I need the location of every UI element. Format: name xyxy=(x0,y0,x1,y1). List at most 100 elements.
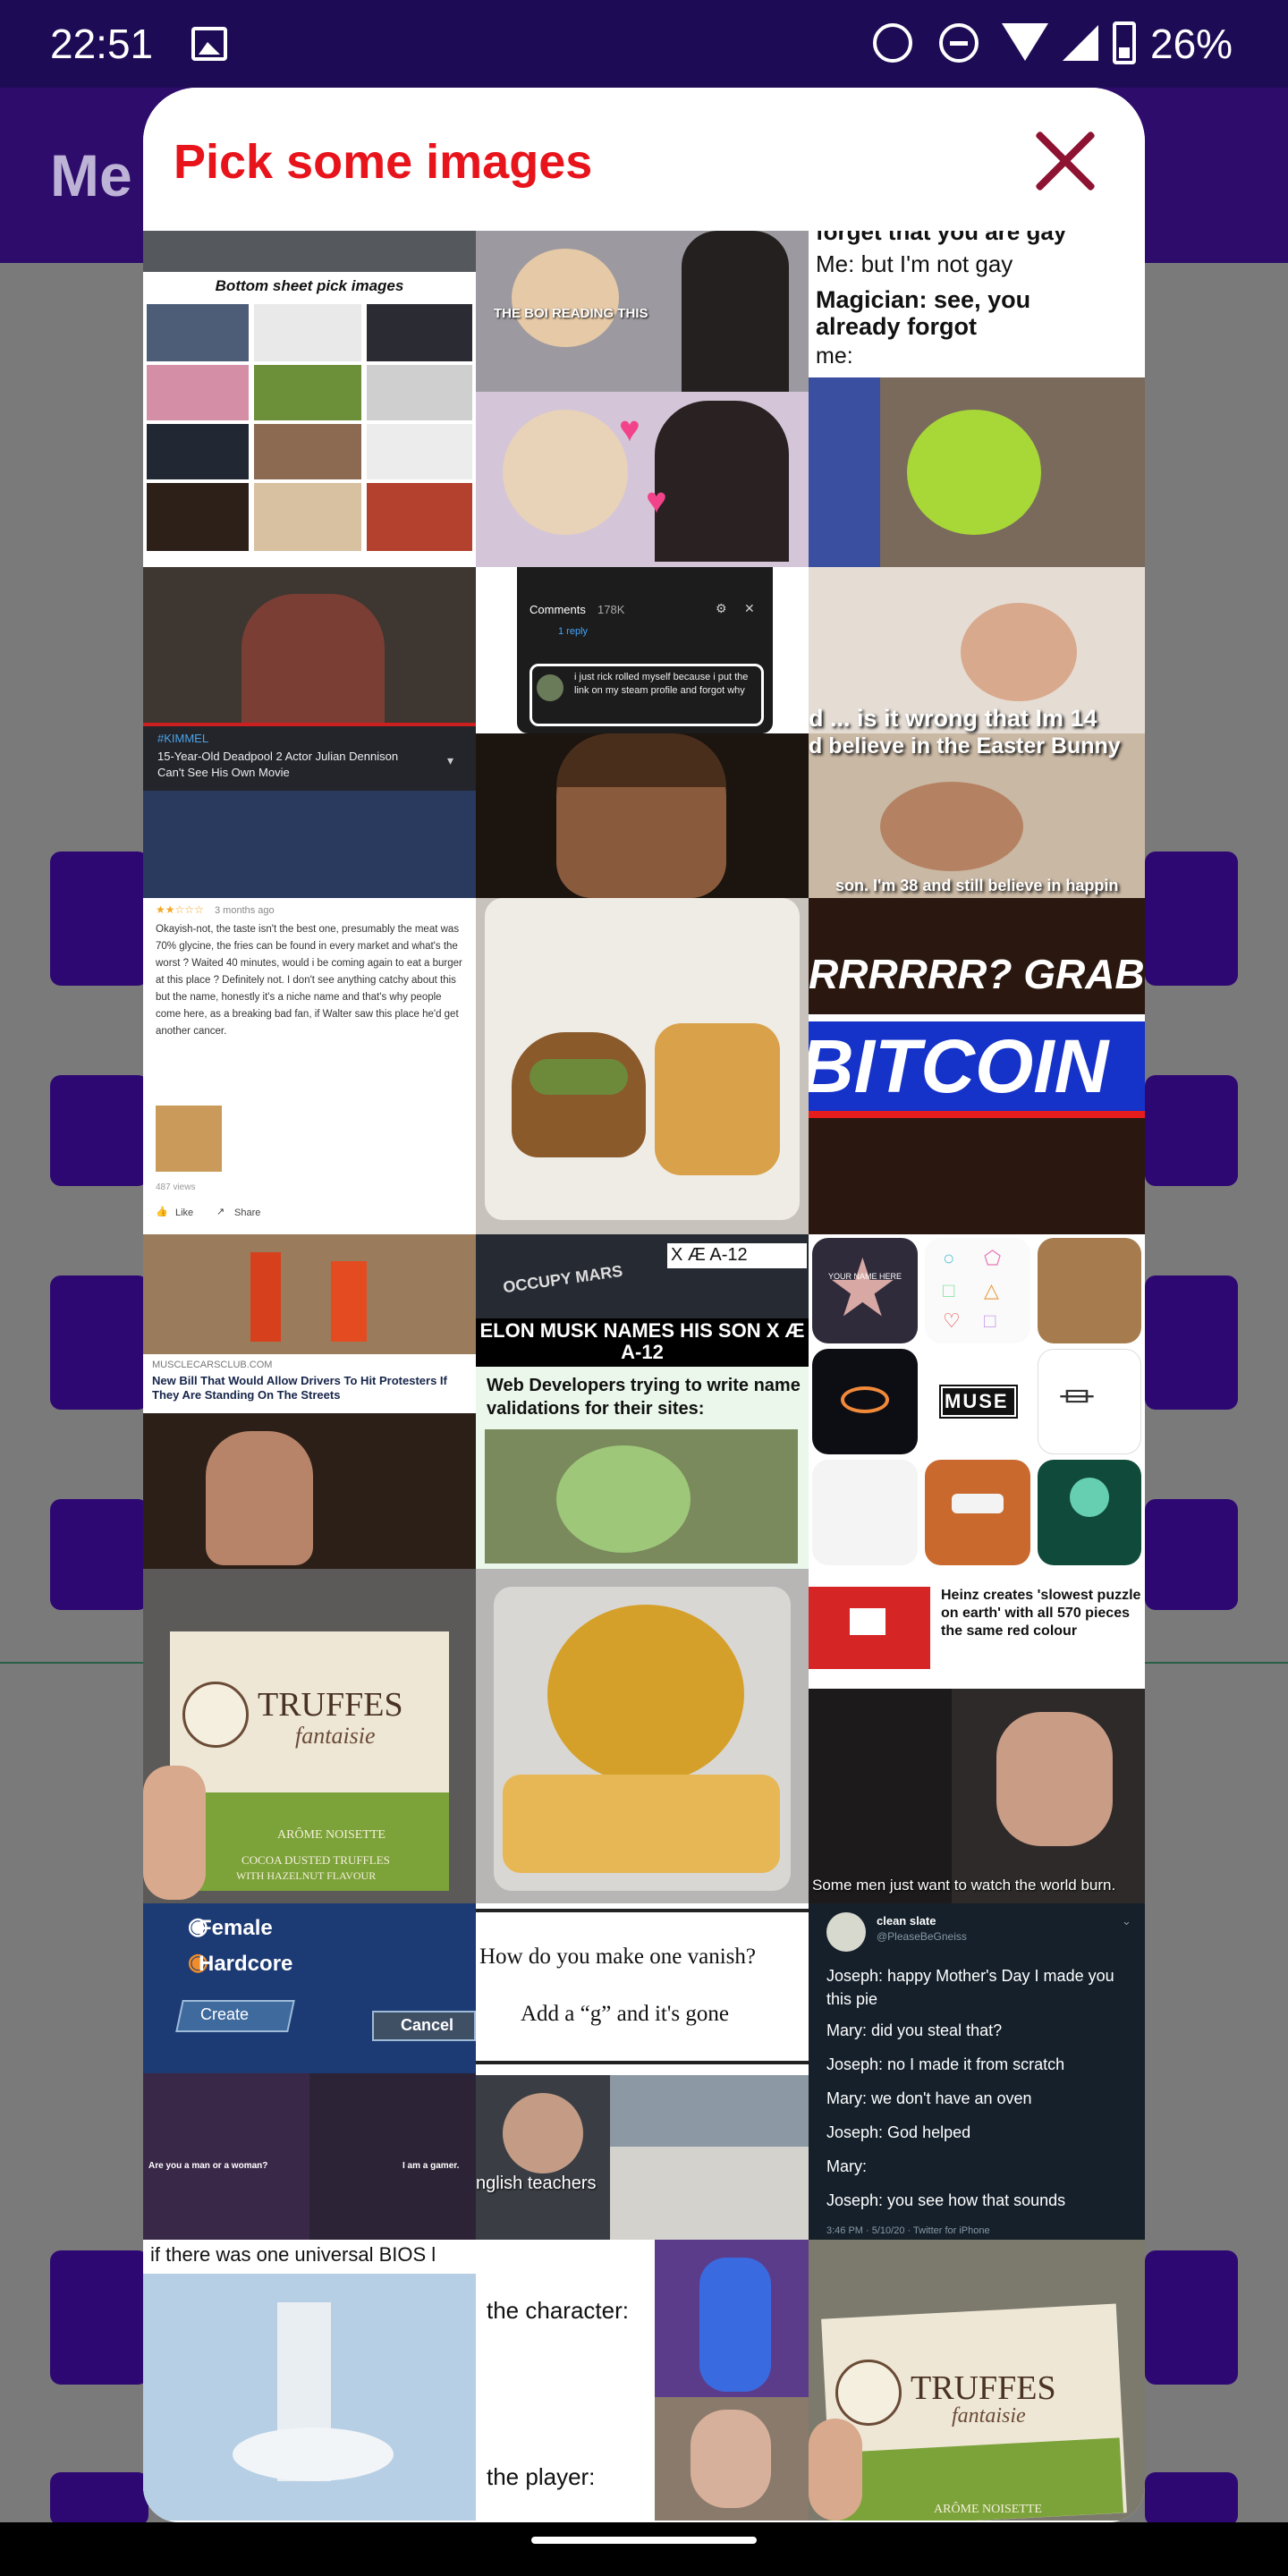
image-tile[interactable]: RRRRRR? GRAB BITCOIN xyxy=(809,898,1145,1234)
puzzle-logo xyxy=(850,1608,886,1635)
battery-icon xyxy=(1113,21,1136,64)
cat-shape xyxy=(512,249,619,347)
image-tile[interactable]: the character: the player: xyxy=(476,2240,809,2521)
background-button xyxy=(1145,2250,1238,2385)
image-tile[interactable]: Comments 178K ⚙ ✕ 1 reply i just rick ro… xyxy=(476,567,809,733)
sheet-header: Pick some images xyxy=(143,88,1145,231)
image-tile[interactable]: clean slate @PleaseBeGneiss ⌄ Joseph: ha… xyxy=(809,1903,1145,2240)
resistor-icon: ⏛ xyxy=(1059,1378,1095,1418)
image-tile[interactable]: TRUFFES fantaisie ARÔME NOISETTE COCOA D… xyxy=(143,1569,476,1903)
close-icon[interactable] xyxy=(1029,125,1100,197)
star-icon: ★ xyxy=(826,1244,899,1334)
jalapeno-shape xyxy=(530,1059,628,1095)
image-tile[interactable]: #KIMMEL 15-Year-Old Deadpool 2 Actor Jul… xyxy=(143,567,476,898)
image-tile[interactable]: MUSCLECARSCLUB.COM New Bill That Would A… xyxy=(143,1234,476,1569)
tweet-footer: 3:46 PM · 5/10/20 · Twitter for iPhone xyxy=(826,2225,990,2236)
background-button xyxy=(1145,1275,1238,1410)
share-icon: ↗ xyxy=(216,1207,225,1217)
game-frame xyxy=(309,2073,476,2240)
fries-shape xyxy=(655,1023,780,1175)
meme-text: I am a gamer. xyxy=(402,2161,460,2171)
share-label: Share xyxy=(234,1208,261,1218)
sauce-shape xyxy=(547,1605,744,1784)
thumbnail xyxy=(254,304,361,361)
heart-icon: ♥ xyxy=(646,481,667,521)
image-tile[interactable] xyxy=(476,733,809,898)
review-text: Okayish-not, the taste isn't the best on… xyxy=(156,924,462,1037)
band-logo-text: MUSE xyxy=(945,1390,1009,1412)
image-grid: Bottom sheet pick images #KIMMEL 15-Year… xyxy=(143,231,1145,2521)
helmet-shape xyxy=(556,1445,691,1553)
tweet-line: Mary: we don't have an oven xyxy=(826,2089,1032,2107)
video-frame xyxy=(143,791,476,898)
thumbnail xyxy=(254,365,361,420)
hair-shape xyxy=(682,231,789,392)
meme-text: if there was one universal BIOS l xyxy=(150,2243,436,2266)
black-hole-ring xyxy=(841,1386,889,1413)
image-tile[interactable]: Heinz creates 'slowest puzzle on earth' … xyxy=(809,1569,1145,1903)
background-button xyxy=(50,2250,148,2385)
image-tile[interactable]: d ... is it wrong that Im 14 d believe i… xyxy=(809,567,1145,898)
news-headline: New Bill That Would Allow Drivers To Hit… xyxy=(152,1374,447,1402)
wifi-icon xyxy=(1002,23,1048,61)
image-caption: Bottom sheet pick images xyxy=(215,277,404,294)
hand-shape xyxy=(809,2419,862,2521)
video-title: Can't See His Own Movie xyxy=(157,766,290,779)
image-tile[interactable]: Bottom sheet pick images xyxy=(143,231,476,567)
comment-count: 178K xyxy=(597,603,625,616)
navigation-bar xyxy=(0,2522,1288,2576)
image-tile[interactable]: ◉ Female ◉ Hardcore Create Cancel Are yo… xyxy=(143,1903,476,2240)
meme-text: nglish teachers xyxy=(476,2174,597,2193)
heart-icon: ♡ xyxy=(943,1309,961,1332)
image-tile[interactable]: forget that you are gay Me: but I'm not … xyxy=(809,231,1145,567)
meme-text: me: xyxy=(816,343,853,369)
gallery-icon xyxy=(191,27,227,61)
divider xyxy=(476,1909,809,1912)
image-tile[interactable] xyxy=(476,898,809,1234)
tweet-line: Joseph: no I made it from scratch xyxy=(826,2055,1065,2073)
tweet-line: Mary: did you steal that? xyxy=(826,2021,1003,2039)
flavour: WITH HAZELNUT FLAVOUR xyxy=(236,1869,377,1882)
burger-shape xyxy=(512,1032,646,1157)
face-shape xyxy=(961,603,1077,701)
background-button xyxy=(50,1075,148,1186)
meme-text: THE BOI READING THIS xyxy=(494,306,648,321)
face-shape xyxy=(691,2410,771,2508)
tweet-line: Joseph: you see how that sounds xyxy=(826,2191,1066,2209)
meme-text: Me: but I'm not gay xyxy=(816,250,1013,277)
news-source: MUSCLECARSCLUB.COM xyxy=(152,1360,273,1370)
tweet-line: Joseph: God helped xyxy=(826,2123,971,2141)
image-tile[interactable]: ★ YOUR NAME HERE ○ ⬠ □ △ ♡ □ MUSE ⏛ xyxy=(809,1234,1145,1569)
image-tile[interactable]: THE BOI READING THIS ♥ ♥ xyxy=(476,231,809,567)
avatar xyxy=(826,1912,866,1952)
brand-subtitle: fantaisie xyxy=(952,2404,1026,2428)
image-tile[interactable]: TRUFFES fantaisie ARÔME NOISETTE xyxy=(809,2240,1145,2521)
brand-seal xyxy=(182,1682,249,1748)
do-not-disturb-icon xyxy=(939,23,979,63)
image-tile[interactable]: ★★☆☆☆ 3 months ago Okayish-not, the tast… xyxy=(143,898,476,1234)
meme-text: son. I'm 38 and still believe in happin xyxy=(835,877,1119,894)
thumbnail xyxy=(367,483,472,551)
review-date: 3 months ago xyxy=(215,905,275,916)
image-tile[interactable]: nglish teachers xyxy=(476,2075,809,2240)
meme-text: d believe in the Easter Bunny xyxy=(809,733,1121,758)
photo-icon xyxy=(1038,1238,1141,1343)
image-tile[interactable]: if there was one universal BIOS l xyxy=(143,2240,476,2521)
alarm-icon xyxy=(873,23,912,63)
meme-text: Add a “g” and it's gone xyxy=(521,2002,729,2026)
brand-name: TRUFFES xyxy=(911,2369,1056,2407)
shapes-icon xyxy=(925,1238,1030,1343)
image-tile[interactable] xyxy=(476,1569,809,1903)
chevron-down-icon: ⌄ xyxy=(1122,1914,1131,1928)
drone-shape xyxy=(952,1494,1004,1513)
thumbnail xyxy=(147,483,249,551)
image-tile[interactable]: OCCUPY MARS X Æ A-12 ELON MUSK NAMES HIS… xyxy=(476,1234,809,1569)
circle-icon: ○ xyxy=(943,1247,955,1269)
home-gesture-handle[interactable] xyxy=(531,2537,757,2544)
image-tile[interactable]: How do you make one vanish? Add a “g” an… xyxy=(476,1903,809,2075)
cat-shape xyxy=(503,410,628,535)
brand-name: TRUFFES xyxy=(258,1686,403,1724)
square-icon: □ xyxy=(984,1309,996,1332)
face-shape xyxy=(206,1431,313,1565)
background-button xyxy=(50,1275,148,1410)
